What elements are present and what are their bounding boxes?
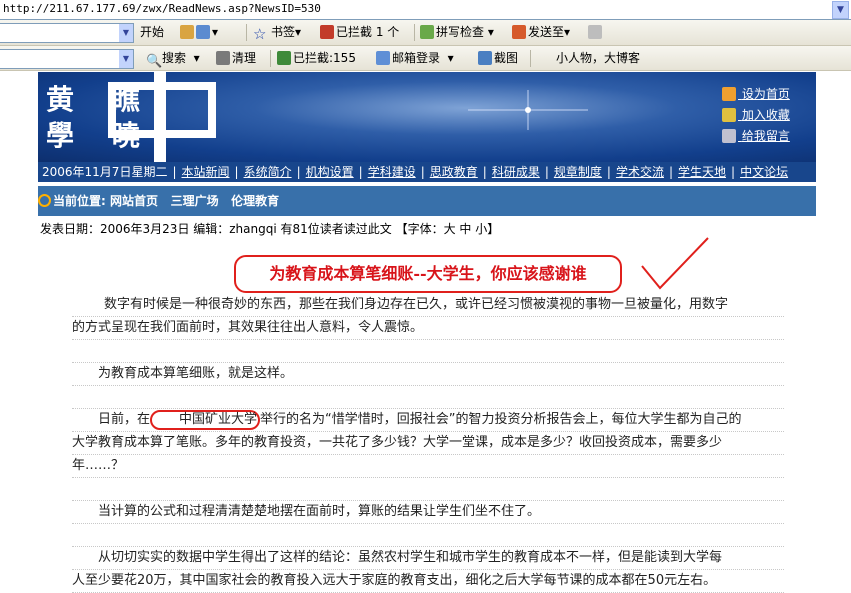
toolbar-primary: ▼ 开始 ▾ ☆ 书签▾ 已拦截 1 个 拼写检查 ▾ 发送至▾ xyxy=(0,20,851,46)
blank-line xyxy=(72,478,784,501)
popup-blocked-label: 已拦截 1 个 xyxy=(336,25,400,39)
pencil-icon[interactable] xyxy=(588,24,604,41)
web-page: 黄 瞧 學 曉 设为首页 加入收藏 给我留言 2006年11月7日星期二 | 本站新… xyxy=(38,72,816,593)
broom-icon xyxy=(216,51,230,65)
paragraph-line: 从切切实实的数据中学生得出了这样的结论：虽然农村学生和城市学生的教育成本不一样，… xyxy=(72,547,784,570)
message-icon xyxy=(722,129,736,143)
spellcheck-icon xyxy=(420,25,434,39)
nav-item-disciplines[interactable]: 学科建设 xyxy=(368,165,416,179)
highlighted-university: 中国矿业大学 xyxy=(150,410,261,430)
tools-icon[interactable]: ▾ xyxy=(180,24,218,41)
nav-item-research[interactable]: 科研成果 xyxy=(492,165,540,179)
breadcrumb: 当前位置: 网站首页 三理广场 伦理教育 xyxy=(38,186,816,216)
divider xyxy=(270,50,271,67)
set-homepage-link[interactable]: 设为首页 xyxy=(722,84,790,105)
blocked-count-button[interactable]: 已拦截:155 xyxy=(277,50,356,67)
bookmarks-label: 书签 xyxy=(271,25,296,39)
nav-item-intro[interactable]: 系统简介 xyxy=(244,165,292,179)
start-button[interactable]: 开始 xyxy=(140,24,164,41)
mail-icon xyxy=(376,51,390,65)
blank-line xyxy=(72,386,784,409)
nav-item-academic-exchange[interactable]: 学术交流 xyxy=(616,165,664,179)
divider xyxy=(246,24,247,41)
set-homepage-label: 设为首页 xyxy=(741,87,790,101)
spellcheck-label: 拼写检查 xyxy=(436,25,485,39)
leave-message-link[interactable]: 给我留言 xyxy=(722,126,790,147)
chevron-down-icon[interactable]: ▼ xyxy=(119,24,133,42)
bullet-icon xyxy=(38,194,51,207)
star-icon: ☆ xyxy=(253,25,267,43)
address-dropdown-icon[interactable]: ▼ xyxy=(832,1,849,19)
favorite-icon xyxy=(722,108,736,122)
screenshot-label: 截图 xyxy=(494,51,519,65)
popup-blocker-button[interactable]: 已拦截 1 个 xyxy=(320,24,399,41)
search-button[interactable]: 🔍搜索 ▾ xyxy=(146,50,200,69)
divider xyxy=(414,24,415,41)
site-banner: 黄 瞧 學 曉 设为首页 加入收藏 给我留言 xyxy=(38,72,816,162)
camera-icon xyxy=(478,51,492,65)
nav-item-students[interactable]: 学生天地 xyxy=(678,165,726,179)
blocked-count-label: 已拦截:155 xyxy=(293,51,356,65)
add-favorite-link[interactable]: 加入收藏 xyxy=(722,105,790,126)
leave-message-label: 给我留言 xyxy=(741,129,790,143)
breadcrumb-label: 当前位置: xyxy=(53,194,106,208)
paragraph-line: 日前，在 中国矿业大学 举行的名为“惜学惜时，回报社会”的智力投资分析报告会上，每位… xyxy=(72,409,784,432)
screenshot-button[interactable]: 截图 xyxy=(478,50,518,67)
article-meta: 发表日期：2006年3月23日 编辑：zhangqi 有81位读者读过此文 【字… xyxy=(40,222,500,236)
paragraph-line: 的方式呈现在我们面前时，其效果往往出人意料，令人震惊。 xyxy=(72,317,784,340)
chevron-down-icon[interactable]: ▼ xyxy=(119,50,133,68)
address-bar[interactable]: http://211.67.177.69/zwx/ReadNews.asp?Ne… xyxy=(0,0,851,20)
home-icon xyxy=(722,87,736,101)
nav-item-news[interactable]: 本站新闻 xyxy=(182,165,230,179)
bookmarks-button[interactable]: ☆ 书签▾ xyxy=(253,24,301,43)
nav-item-political-education[interactable]: 思政教育 xyxy=(430,165,478,179)
search-combo[interactable]: ▼ xyxy=(0,49,134,69)
mail-login-label: 邮箱登录 xyxy=(392,51,441,65)
breadcrumb-section[interactable]: 三理广场 xyxy=(171,194,219,208)
toolbar-combo[interactable]: ▼ xyxy=(0,23,134,43)
search-icon: 🔍 xyxy=(146,54,163,69)
search-label: 搜索 xyxy=(162,51,187,65)
sendto-icon xyxy=(512,25,526,39)
add-favorite-label: 加入收藏 xyxy=(741,108,790,122)
text-span: 举行的名为“惜学惜时，回报社会”的智力投资分析报告会上，每位大学生都为自己的 xyxy=(260,412,742,427)
shield-icon xyxy=(277,51,291,65)
mail-login-button[interactable]: 邮箱登录 ▾ xyxy=(376,50,454,67)
paragraph-line: 年……？ xyxy=(72,455,784,478)
nav-item-organization[interactable]: 机构设置 xyxy=(306,165,354,179)
article-body: 数字有时候是一种很奇妙的东西，那些在我们身边存在已久，或许已经习惯被漠视的事物一… xyxy=(72,294,784,593)
address-url[interactable]: http://211.67.177.69/zwx/ReadNews.asp?Ne… xyxy=(3,2,321,15)
checkmark-icon xyxy=(641,237,709,290)
paragraph-line: 人至少要花20万，其中国家社会的教育投入远大于家庭的教育支出，细化之后大学每节课… xyxy=(72,570,784,593)
sendto-button[interactable]: 发送至▾ xyxy=(512,24,570,41)
slogan-link[interactable]: 小人物，大博客 xyxy=(556,50,640,67)
zhong-character-graphic xyxy=(108,72,216,162)
blocked-icon xyxy=(320,25,334,39)
nav-item-forum[interactable]: 中文论坛 xyxy=(740,165,788,179)
nav-item-regulations[interactable]: 规章制度 xyxy=(554,165,602,179)
paragraph-line: 大学教育成本算了笔账。多年的教育投资，一共花了多少钱？大学一堂课，成本是多少？收… xyxy=(72,432,784,455)
breadcrumb-home[interactable]: 网站首页 xyxy=(110,194,158,208)
divider xyxy=(530,50,531,67)
nav-date: 2006年11月7日星期二 xyxy=(42,165,168,179)
banner-links: 设为首页 加入收藏 给我留言 xyxy=(722,84,790,147)
paragraph-line: 当计算的公式和过程清清楚楚地摆在面前时，算账的结果让学生们坐不住了。 xyxy=(72,501,784,524)
star-burst-decoration xyxy=(468,90,588,130)
spellcheck-button[interactable]: 拼写检查 ▾ xyxy=(420,24,494,41)
blank-line xyxy=(72,340,784,363)
clean-label: 清理 xyxy=(232,51,257,65)
paragraph-line: 数字有时候是一种很奇妙的东西，那些在我们身边存在已久，或许已经习惯被漠视的事物一… xyxy=(72,294,784,317)
text-span: 日前，在 xyxy=(98,412,151,427)
sendto-label: 发送至 xyxy=(528,25,565,39)
article-title: 为教育成本算笔细账--大学生，你应该感谢谁 xyxy=(234,255,622,293)
paragraph-line: 为教育成本算笔细账，就是这样。 xyxy=(72,363,784,386)
toolbar-secondary: ▼ 🔍搜索 ▾ 清理 已拦截:155 邮箱登录 ▾ 截图 小人物，大博客 xyxy=(0,46,851,71)
clean-button[interactable]: 清理 xyxy=(216,50,256,67)
blank-line xyxy=(72,524,784,547)
breadcrumb-category[interactable]: 伦理教育 xyxy=(231,194,279,208)
main-nav: 2006年11月7日星期二 | 本站新闻 | 系统简介 | 机构设置 | 学科建设 | 思政教育 | 科… xyxy=(38,162,816,182)
